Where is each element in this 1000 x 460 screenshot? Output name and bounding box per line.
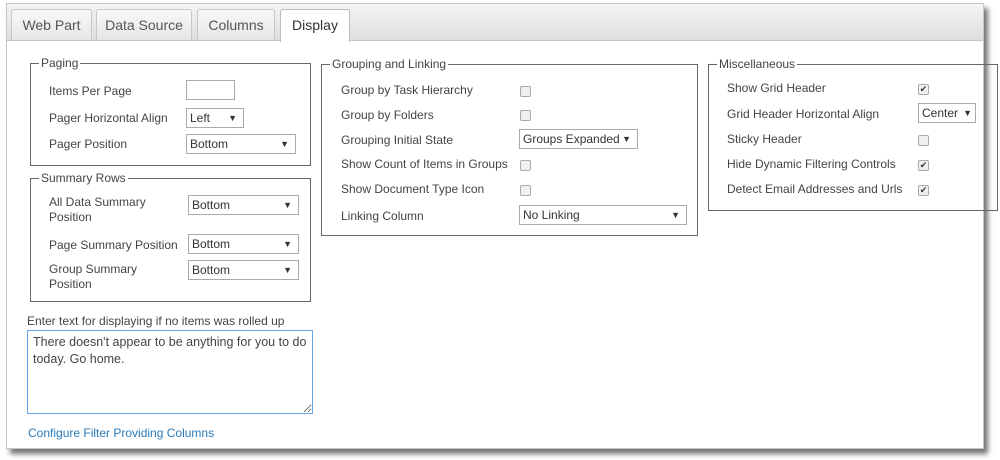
pager-position-select[interactable]: Bottom ▼ xyxy=(186,134,296,154)
dropdown-arrow-icon: ▼ xyxy=(280,139,289,149)
initial-state-label: Grouping Initial State xyxy=(341,133,454,147)
group-task-label: Group by Task Hierarchy xyxy=(341,83,473,97)
paging-group: Paging Items Per Page Pager Horizontal A… xyxy=(30,56,311,166)
misc-legend: Miscellaneous xyxy=(717,57,798,71)
show-grid-header-label: Show Grid Header xyxy=(727,81,826,95)
no-items-textarea[interactable] xyxy=(27,330,313,414)
summary-rows-group: Summary Rows All Data Summary Position B… xyxy=(30,171,311,302)
detect-email-label: Detect Email Addresses and Urls xyxy=(727,182,903,196)
dropdown-arrow-icon: ▼ xyxy=(228,113,237,123)
pager-h-align-select[interactable]: Left ▼ xyxy=(186,108,244,128)
hide-filtering-label: Hide Dynamic Filtering Controls xyxy=(727,157,896,171)
tab-columns[interactable]: Columns xyxy=(197,9,275,40)
grouping-legend: Grouping and Linking xyxy=(330,57,449,71)
sticky-header-label: Sticky Header xyxy=(727,132,802,146)
doctype-icon-label: Show Document Type Icon xyxy=(341,182,485,196)
sticky-header-checkbox[interactable] xyxy=(918,135,929,146)
group-folders-checkbox[interactable] xyxy=(520,110,531,121)
page-summary-select[interactable]: Bottom ▼ xyxy=(188,234,299,254)
group-summary-value: Bottom xyxy=(192,263,231,277)
detect-email-checkbox[interactable]: ✔ xyxy=(918,185,929,196)
linking-column-select[interactable]: No Linking ▼ xyxy=(519,205,687,225)
all-summary-label: All Data Summary Position xyxy=(49,195,146,224)
grouping-linking-group: Grouping and Linking Group by Task Hiera… xyxy=(321,57,698,236)
items-per-page-label: Items Per Page xyxy=(49,84,132,98)
dropdown-arrow-icon: ▼ xyxy=(283,200,292,210)
miscellaneous-group: Miscellaneous Show Grid Header ✔ Grid He… xyxy=(708,57,998,211)
no-items-label: Enter text for displaying if no items wa… xyxy=(27,314,285,328)
paging-legend: Paging xyxy=(39,56,81,70)
configure-filter-link[interactable]: Configure Filter Providing Columns xyxy=(28,426,214,440)
tab-strip: Web Part Data Source Columns Display xyxy=(7,4,983,42)
tab-data-source[interactable]: Data Source xyxy=(96,9,192,40)
show-count-label: Show Count of Items in Groups xyxy=(341,157,508,171)
pager-h-align-label: Pager Horizontal Align xyxy=(49,111,168,125)
summary-legend: Summary Rows xyxy=(39,171,128,185)
all-summary-value: Bottom xyxy=(192,198,231,212)
tab-display[interactable]: Display xyxy=(280,9,350,42)
group-folders-label: Group by Folders xyxy=(341,108,434,122)
dropdown-arrow-icon: ▼ xyxy=(622,134,631,144)
show-count-checkbox[interactable] xyxy=(520,160,531,171)
show-grid-header-checkbox[interactable]: ✔ xyxy=(918,84,929,95)
dropdown-arrow-icon: ▼ xyxy=(283,265,292,275)
initial-state-select[interactable]: Groups Expanded ▼ xyxy=(519,129,638,149)
dropdown-arrow-icon: ▼ xyxy=(963,108,972,118)
items-per-page-input[interactable] xyxy=(186,80,235,100)
tab-web-part[interactable]: Web Part xyxy=(11,9,92,40)
pager-position-value: Bottom xyxy=(190,137,229,151)
dropdown-arrow-icon: ▼ xyxy=(283,239,292,249)
pager-h-align-value: Left xyxy=(190,111,211,125)
page-summary-label: Page Summary Position xyxy=(49,238,178,252)
doctype-icon-checkbox[interactable] xyxy=(520,185,531,196)
group-task-checkbox[interactable] xyxy=(520,86,531,97)
header-align-label: Grid Header Horizontal Align xyxy=(727,107,880,121)
hide-filtering-checkbox[interactable]: ✔ xyxy=(918,160,929,171)
web-part-settings-panel: Web Part Data Source Columns Display Pag… xyxy=(6,3,998,449)
all-summary-select[interactable]: Bottom ▼ xyxy=(188,195,299,215)
linking-column-label: Linking Column xyxy=(341,209,424,223)
dropdown-arrow-icon: ▼ xyxy=(671,210,680,220)
header-align-select[interactable]: Center ▼ xyxy=(918,103,976,123)
pager-position-label: Pager Position xyxy=(49,137,128,151)
group-summary-select[interactable]: Bottom ▼ xyxy=(188,260,299,280)
page-summary-value: Bottom xyxy=(192,237,231,251)
linking-column-value: No Linking xyxy=(523,208,580,222)
header-align-value: Center xyxy=(922,106,959,120)
group-summary-label: Group Summary Position xyxy=(49,262,138,291)
initial-state-value: Groups Expanded xyxy=(523,132,620,146)
